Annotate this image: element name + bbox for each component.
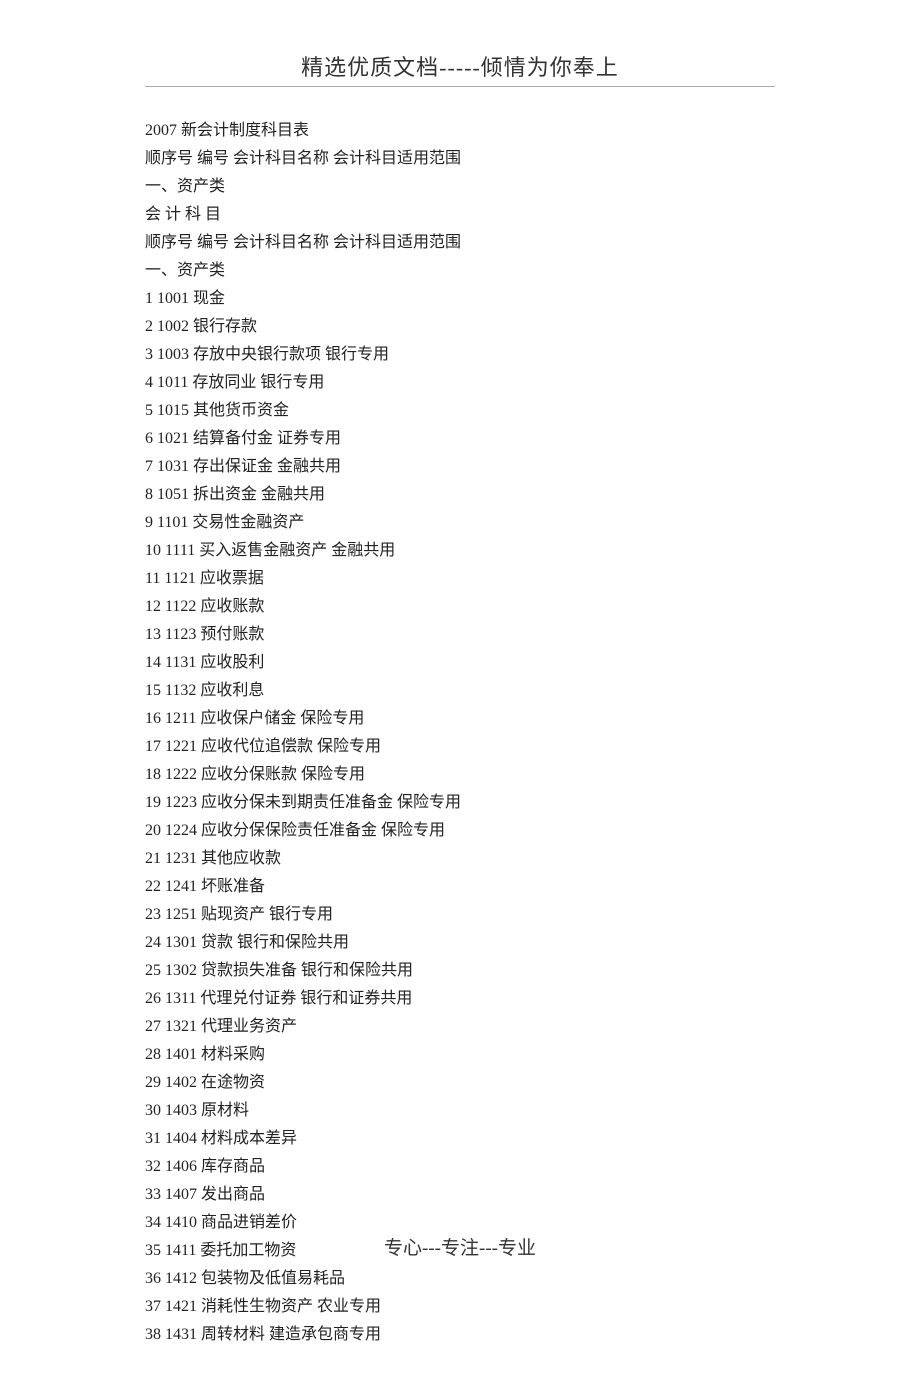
content-line: 18 1222 应收分保账款 保险专用 [145, 761, 775, 789]
content-line: 21 1231 其他应收款 [145, 845, 775, 873]
content-line: 16 1211 应收保户储金 保险专用 [145, 705, 775, 733]
content-line: 顺序号 编号 会计科目名称 会计科目适用范围 [145, 229, 775, 257]
content-line: 23 1251 贴现资产 银行专用 [145, 901, 775, 929]
content-line: 28 1401 材料采购 [145, 1041, 775, 1069]
content-line: 24 1301 贷款 银行和保险共用 [145, 929, 775, 957]
content-line: 36 1412 包装物及低值易耗品 [145, 1265, 775, 1293]
content-line: 一、资产类 [145, 173, 775, 201]
content-line: 4 1011 存放同业 银行专用 [145, 369, 775, 397]
content-line: 38 1431 周转材料 建造承包商专用 [145, 1321, 775, 1349]
content-line: 22 1241 坏账准备 [145, 873, 775, 901]
content-line: 37 1421 消耗性生物资产 农业专用 [145, 1293, 775, 1321]
content-line: 15 1132 应收利息 [145, 677, 775, 705]
content-line: 33 1407 发出商品 [145, 1181, 775, 1209]
content-line: 20 1224 应收分保保险责任准备金 保险专用 [145, 817, 775, 845]
content-line: 12 1122 应收账款 [145, 593, 775, 621]
content-line: 5 1015 其他货币资金 [145, 397, 775, 425]
content-line: 10 1111 买入返售金融资产 金融共用 [145, 537, 775, 565]
content-line: 6 1021 结算备付金 证券专用 [145, 425, 775, 453]
content-line: 会 计 科 目 [145, 201, 775, 229]
content-line: 25 1302 贷款损失准备 银行和保险共用 [145, 957, 775, 985]
content-line: 19 1223 应收分保未到期责任准备金 保险专用 [145, 789, 775, 817]
header-divider [145, 86, 775, 87]
content-line: 2 1002 银行存款 [145, 313, 775, 341]
content-line: 3 1003 存放中央银行款项 银行专用 [145, 341, 775, 369]
document-page: 精选优质文档-----倾情为你奉上 2007 新会计制度科目表顺序号 编号 会计… [0, 0, 920, 1389]
content-line: 30 1403 原材料 [145, 1097, 775, 1125]
content-line: 27 1321 代理业务资产 [145, 1013, 775, 1041]
content-line: 7 1031 存出保证金 金融共用 [145, 453, 775, 481]
content-line: 32 1406 库存商品 [145, 1153, 775, 1181]
content-line: 17 1221 应收代位追偿款 保险专用 [145, 733, 775, 761]
content-line: 2007 新会计制度科目表 [145, 117, 775, 145]
content-line: 8 1051 拆出资金 金融共用 [145, 481, 775, 509]
page-header-title: 精选优质文档-----倾情为你奉上 [145, 50, 775, 82]
content-line: 13 1123 预付账款 [145, 621, 775, 649]
content-line: 顺序号 编号 会计科目名称 会计科目适用范围 [145, 145, 775, 173]
content-line: 14 1131 应收股利 [145, 649, 775, 677]
document-content: 2007 新会计制度科目表顺序号 编号 会计科目名称 会计科目适用范围一、资产类… [145, 117, 775, 1349]
page-footer: 专心---专注---专业 [0, 1233, 920, 1260]
content-line: 31 1404 材料成本差异 [145, 1125, 775, 1153]
content-line: 9 1101 交易性金融资产 [145, 509, 775, 537]
content-line: 11 1121 应收票据 [145, 565, 775, 593]
content-line: 一、资产类 [145, 257, 775, 285]
content-line: 26 1311 代理兑付证券 银行和证券共用 [145, 985, 775, 1013]
content-line: 29 1402 在途物资 [145, 1069, 775, 1097]
content-line: 1 1001 现金 [145, 285, 775, 313]
